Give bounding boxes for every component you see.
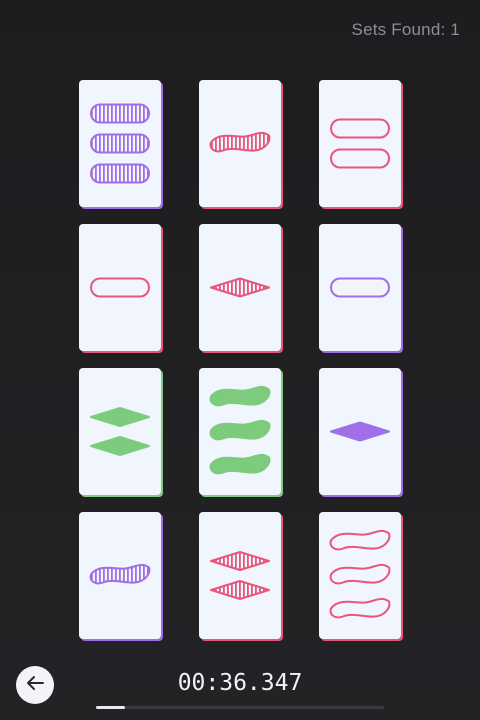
elapsed-timer: 00:36.347 xyxy=(177,670,303,696)
card-symbols xyxy=(330,118,390,169)
oval-symbol xyxy=(90,133,150,154)
set-card[interactable] xyxy=(199,80,281,207)
set-card[interactable] xyxy=(319,368,401,495)
sets-found-counter: Sets Found: 1 xyxy=(351,20,460,39)
squiggle-symbol xyxy=(209,385,271,407)
oval-symbol xyxy=(330,148,390,169)
oval-symbol xyxy=(90,163,150,184)
squiggle-symbol xyxy=(209,131,271,153)
card-symbols xyxy=(209,385,271,475)
card-symbols xyxy=(330,421,390,442)
squiggle-symbol xyxy=(329,529,391,551)
card-symbols xyxy=(210,277,270,298)
card-symbols xyxy=(90,103,150,184)
card-symbols xyxy=(90,407,150,456)
squiggle-symbol xyxy=(209,419,271,441)
set-card[interactable] xyxy=(79,224,161,351)
card-symbols xyxy=(209,131,271,153)
squiggle-symbol xyxy=(89,563,151,585)
oval-symbol xyxy=(90,277,150,298)
diamond-symbol xyxy=(210,580,270,600)
card-symbols xyxy=(329,529,391,619)
squiggle-symbol xyxy=(329,597,391,619)
diamond-symbol xyxy=(330,421,390,442)
set-card[interactable] xyxy=(79,368,161,495)
set-card[interactable] xyxy=(199,224,281,351)
squiggle-symbol xyxy=(209,453,271,475)
card-symbols xyxy=(330,277,390,298)
diamond-symbol xyxy=(210,277,270,298)
set-card[interactable] xyxy=(319,80,401,207)
oval-symbol xyxy=(330,118,390,139)
card-symbols xyxy=(90,277,150,298)
oval-symbol xyxy=(330,277,390,298)
card-symbols xyxy=(210,551,270,600)
set-card[interactable] xyxy=(79,512,161,639)
set-card[interactable] xyxy=(199,368,281,495)
progress-track xyxy=(96,706,384,709)
progress-fill xyxy=(96,706,125,709)
card-symbols xyxy=(89,563,151,585)
diamond-symbol xyxy=(90,407,150,427)
diamond-symbol xyxy=(210,551,270,571)
diamond-symbol xyxy=(90,436,150,456)
oval-symbol xyxy=(90,103,150,124)
set-card[interactable] xyxy=(319,224,401,351)
squiggle-symbol xyxy=(329,563,391,585)
set-card[interactable] xyxy=(319,512,401,639)
card-grid xyxy=(79,80,401,639)
set-card[interactable] xyxy=(79,80,161,207)
set-card[interactable] xyxy=(199,512,281,639)
